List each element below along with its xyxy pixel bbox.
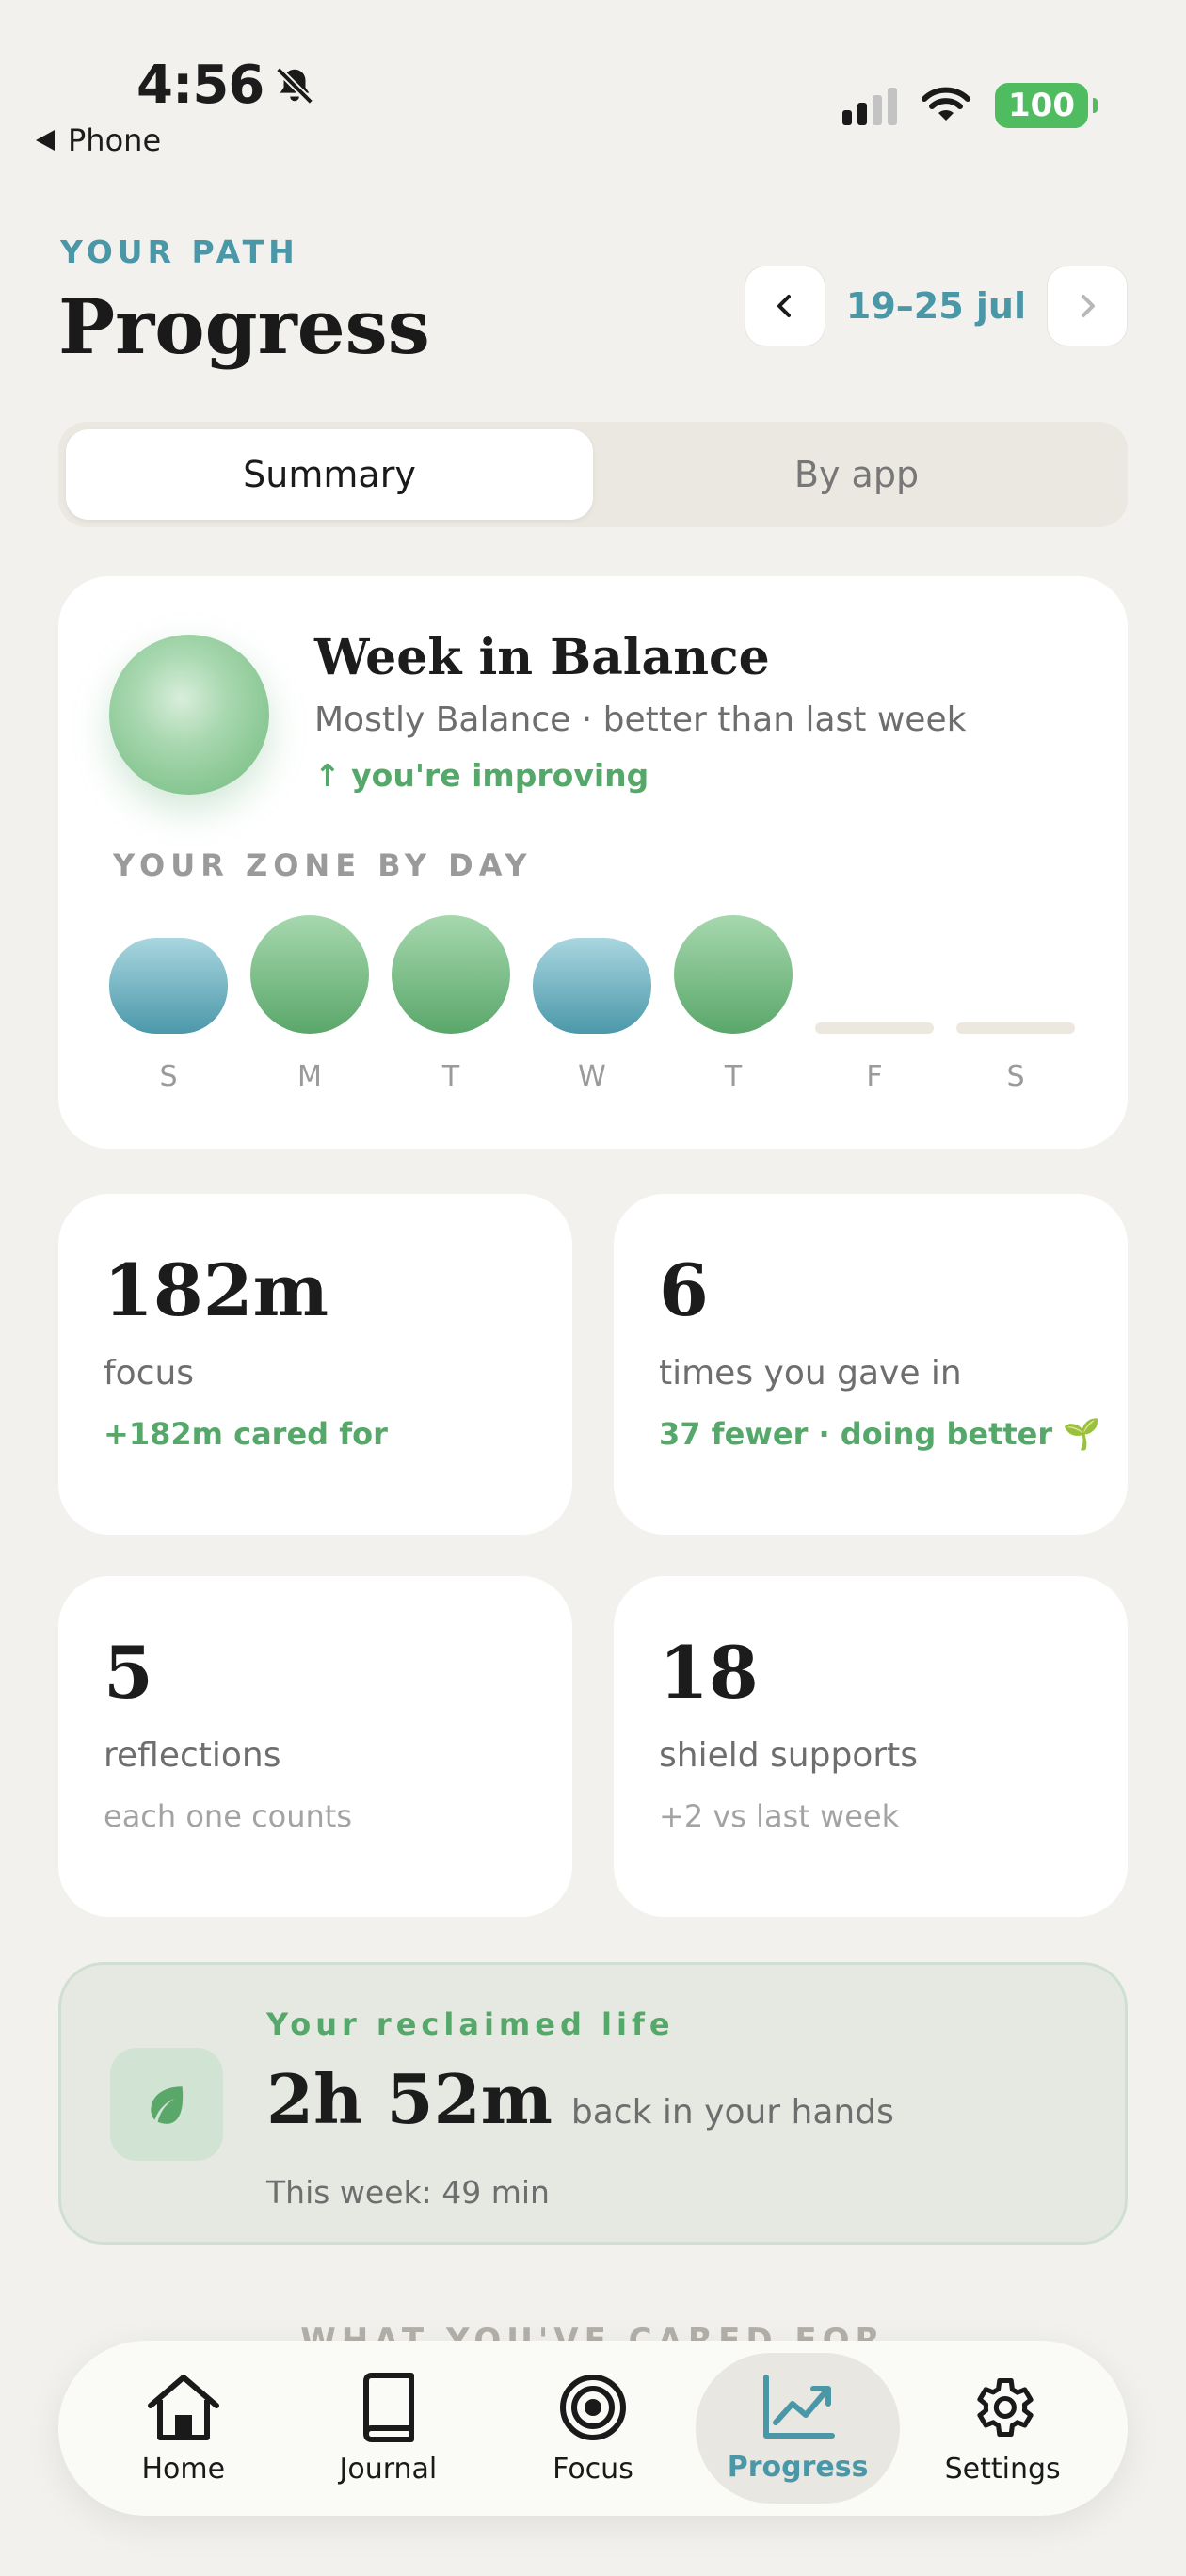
tab-home[interactable]: Home: [81, 2353, 286, 2504]
tab-journal[interactable]: Journal: [286, 2353, 491, 2504]
zone-day-label: T: [724, 1060, 743, 1093]
reclaimed-week: This week: 49 min: [266, 2174, 550, 2211]
bell-muted-icon: [276, 66, 314, 105]
segment-summary[interactable]: Summary: [66, 429, 593, 520]
status-indicators: 100: [842, 83, 1098, 128]
balance-orb-icon: [109, 635, 269, 795]
wifi-icon: [922, 87, 971, 121]
reflections-stat-card[interactable]: 5 reflections each one counts: [58, 1576, 572, 1917]
gave-in-label: times you gave in: [659, 1354, 962, 1393]
target-icon: [559, 2374, 626, 2440]
zone-day: S: [956, 915, 1075, 1093]
zone-by-day-row: S M T W T F S: [109, 915, 1079, 1093]
zone-green-shape: [250, 915, 369, 1034]
zone-day: T: [392, 915, 510, 1093]
zone-by-day-label: YOUR ZONE BY DAY: [113, 847, 533, 883]
view-segmented-control: Summary By app: [58, 422, 1128, 527]
zone-day: T: [674, 915, 793, 1093]
zone-indicator: [956, 915, 1075, 1034]
tab-journal-label: Journal: [339, 2452, 438, 2486]
zone-day-label: S: [1006, 1060, 1025, 1093]
zone-blue-shape: [533, 938, 651, 1034]
header-eyebrow: YOUR PATH: [60, 233, 299, 270]
battery-level: 100: [1008, 87, 1075, 124]
tab-progress[interactable]: Progress: [695, 2353, 901, 2504]
status-time-text: 4:56: [136, 55, 264, 116]
tab-home-label: Home: [141, 2452, 226, 2486]
week-navigator: 19–25 jul: [744, 266, 1128, 346]
week-range-label: 19–25 jul: [845, 285, 1026, 327]
balance-title: Week in Balance: [314, 629, 770, 686]
focus-label: focus: [104, 1354, 195, 1393]
back-to-app-link[interactable]: Phone: [36, 122, 161, 158]
home-icon: [147, 2374, 219, 2440]
page-title: Progress: [58, 282, 430, 371]
zone-green-shape: [674, 915, 793, 1034]
back-app-label: Phone: [68, 122, 162, 158]
zone-day: S: [109, 915, 228, 1093]
focus-value: 182m: [104, 1248, 329, 1332]
back-triangle-icon: [36, 130, 55, 151]
shield-value: 18: [659, 1631, 759, 1715]
gave-in-value: 6: [659, 1248, 709, 1332]
zone-day-label: M: [297, 1060, 322, 1093]
focus-stat-card[interactable]: 182m focus +182m cared for: [58, 1194, 572, 1535]
focus-note: +182m cared for: [104, 1416, 388, 1452]
zone-empty-shape: [956, 1022, 1075, 1034]
reclaimed-life-card[interactable]: Your reclaimed life 2h 52m back in your …: [58, 1962, 1128, 2245]
zone-empty-shape: [815, 1022, 934, 1034]
zone-day-label: T: [441, 1060, 460, 1093]
zone-day-label: S: [159, 1060, 178, 1093]
tab-focus[interactable]: Focus: [490, 2353, 696, 2504]
tab-settings[interactable]: Settings: [900, 2353, 1105, 2504]
reflections-note: each one counts: [104, 1798, 353, 1834]
balance-subtitle: Mostly Balance · better than last week: [314, 700, 967, 739]
chart-trend-icon: [762, 2374, 835, 2439]
previous-week-button[interactable]: [744, 266, 825, 346]
zone-day-label: W: [578, 1060, 606, 1093]
zone-indicator: [674, 915, 793, 1034]
shield-label: shield supports: [659, 1736, 918, 1775]
zone-indicator: [533, 915, 651, 1034]
gave-in-note: 37 fewer · doing better 🌱: [659, 1416, 1101, 1452]
tab-settings-label: Settings: [944, 2452, 1061, 2486]
book-icon: [363, 2372, 415, 2442]
bottom-tab-bar: Home Journal Focus Progress Settings: [58, 2341, 1128, 2516]
zone-day-label: F: [866, 1060, 883, 1093]
reflections-label: reflections: [104, 1736, 281, 1775]
zone-indicator: [109, 915, 228, 1034]
reclaimed-eyebrow: Your reclaimed life: [266, 2006, 675, 2042]
zone-blue-shape: [109, 938, 228, 1034]
week-balance-card: Week in Balance Mostly Balance · better …: [58, 576, 1128, 1149]
shield-stat-card[interactable]: 18 shield supports +2 vs last week: [614, 1576, 1128, 1917]
reclaimed-value: 2h 52m: [266, 2059, 553, 2139]
battery-indicator: 100: [995, 83, 1098, 128]
zone-green-shape: [392, 915, 510, 1034]
reflections-value: 5: [104, 1631, 153, 1715]
status-time: 4:56: [136, 55, 316, 116]
shield-note: +2 vs last week: [659, 1798, 900, 1834]
leaf-badge: [110, 2048, 223, 2161]
next-week-button[interactable]: [1047, 266, 1128, 346]
tab-progress-label: Progress: [727, 2450, 869, 2484]
reclaimed-suffix: back in your hands: [570, 2093, 894, 2132]
zone-day: W: [533, 915, 651, 1093]
leaf-icon: [151, 2086, 184, 2124]
zone-indicator: [392, 915, 510, 1034]
chevron-left-icon: [777, 295, 791, 317]
balance-trend: ↑ you're improving: [314, 757, 649, 794]
zone-indicator: [815, 915, 934, 1034]
gave-in-stat-card[interactable]: 6 times you gave in 37 fewer · doing bet…: [614, 1194, 1128, 1535]
zone-day: M: [250, 915, 369, 1093]
zone-indicator: [250, 915, 369, 1034]
segment-by-app[interactable]: By app: [593, 429, 1120, 520]
gear-icon: [977, 2377, 1034, 2437]
reclaimed-main: 2h 52m back in your hands: [266, 2059, 894, 2139]
zone-day: F: [815, 915, 934, 1093]
tab-focus-label: Focus: [553, 2452, 633, 2486]
cellular-signal-icon: [842, 86, 898, 125]
chevron-right-icon: [1082, 295, 1095, 317]
